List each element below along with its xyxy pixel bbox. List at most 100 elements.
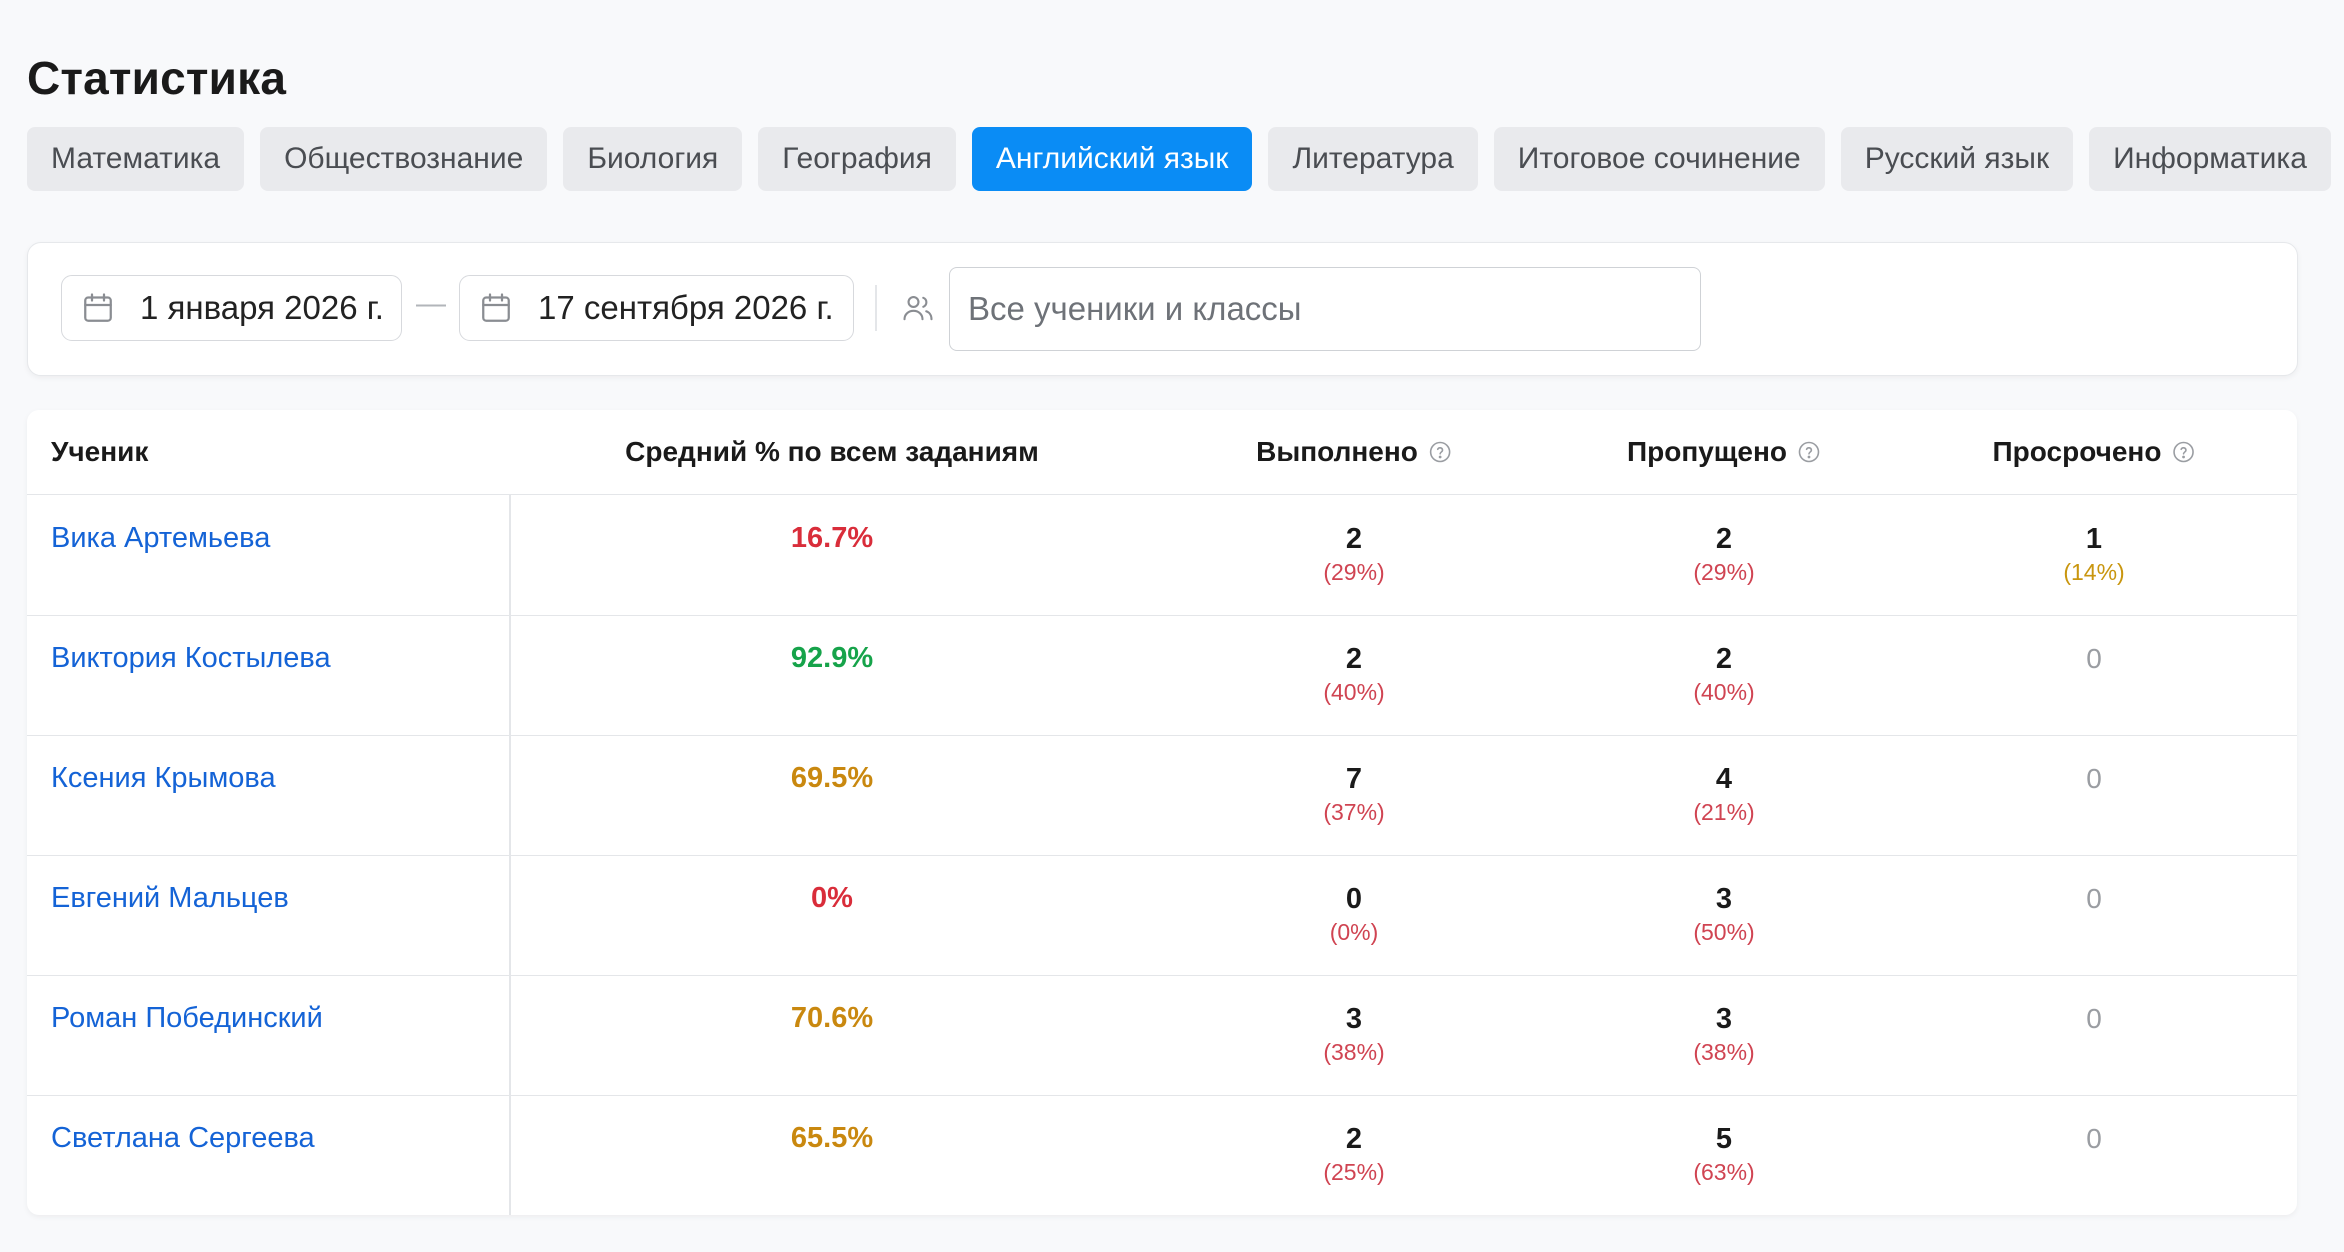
- missed-cell: 2 (29%): [1693, 522, 1754, 588]
- overdue-count: 1: [2085, 523, 2103, 555]
- done-percent: (38%): [1323, 1039, 1385, 1065]
- date-range-dash: —: [416, 287, 446, 320]
- done-count: 7: [1345, 763, 1363, 795]
- date-from-field[interactable]: 1 января 2026 г.: [61, 275, 402, 341]
- missed-cell: 5 (63%): [1693, 1122, 1754, 1188]
- header-avg: Средний % по всем заданиям: [625, 436, 1039, 467]
- done-count: 2: [1345, 523, 1363, 555]
- header-overdue: Просрочено: [1993, 410, 2196, 494]
- missed-cell: 3 (38%): [1693, 1002, 1754, 1068]
- date-to-field[interactable]: 17 сентября 2026 г.: [459, 275, 854, 341]
- column-divider: [509, 495, 511, 615]
- page-title: Статистика: [27, 51, 287, 104]
- column-divider: [509, 855, 511, 975]
- avg-percent: 92.9%: [790, 642, 874, 674]
- date-from-value: 1 января 2026 г.: [140, 289, 384, 326]
- calendar-icon: [478, 290, 514, 326]
- users-icon: [900, 290, 936, 326]
- missed-percent: (63%): [1693, 1159, 1755, 1185]
- student-link[interactable]: Светлана Сергеева: [51, 1122, 315, 1155]
- date-to-value: 17 сентября 2026 г.: [538, 289, 834, 326]
- done-percent: (37%): [1323, 799, 1385, 825]
- overdue-percent: (14%): [2063, 559, 2125, 585]
- done-cell: 3 (38%): [1323, 1002, 1384, 1068]
- question-circle-icon[interactable]: [2171, 440, 2195, 464]
- column-divider: [509, 735, 511, 855]
- missed-count: 5: [1715, 1123, 1733, 1155]
- tab-social-studies[interactable]: Обществознание: [260, 127, 548, 191]
- divider: [875, 285, 877, 331]
- subject-tabs: Математика Обществознание Биология Геогр…: [27, 127, 2331, 191]
- overdue-cell: 0: [2086, 1002, 2102, 1036]
- done-count: 2: [1345, 643, 1363, 675]
- done-percent: (40%): [1323, 679, 1385, 705]
- avg-percent: 65.5%: [790, 1122, 874, 1154]
- column-divider: [509, 975, 511, 1095]
- table-row: Ксения Крымова 69.5% 7 (37%) 4 (21%) 0: [27, 735, 2297, 856]
- tab-russian[interactable]: Русский язык: [1840, 127, 2074, 191]
- missed-count: 2: [1715, 523, 1733, 555]
- done-percent: (29%): [1323, 559, 1385, 585]
- done-cell: 0 (0%): [1330, 882, 1379, 948]
- tab-geography[interactable]: География: [758, 127, 956, 191]
- student-link[interactable]: Виктория Костылева: [51, 642, 331, 675]
- overdue-cell: 0: [2086, 642, 2102, 676]
- student-link[interactable]: Евгений Мальцев: [51, 882, 289, 915]
- missed-count: 3: [1715, 883, 1733, 915]
- missed-percent: (29%): [1693, 559, 1755, 585]
- avg-percent: 0%: [811, 882, 853, 914]
- missed-count: 4: [1715, 763, 1733, 795]
- missed-percent: (40%): [1693, 679, 1755, 705]
- statistics-table: Ученик Средний % по всем заданиям Выполн…: [27, 410, 2297, 1215]
- table-row: Вика Артемьева 16.7% 2 (29%) 2 (29%) 1 (…: [27, 495, 2297, 616]
- calendar-icon: [80, 290, 116, 326]
- missed-cell: 4 (21%): [1693, 762, 1754, 828]
- student-link[interactable]: Роман Побединский: [51, 1002, 323, 1035]
- overdue-cell: 0: [2086, 1122, 2102, 1156]
- overdue-cell: 0: [2086, 762, 2102, 796]
- overdue-count: 0: [2086, 643, 2102, 674]
- tab-math[interactable]: Математика: [27, 127, 245, 191]
- students-filter-input[interactable]: [949, 267, 1701, 351]
- overdue-count: 0: [2086, 763, 2102, 794]
- missed-count: 3: [1715, 1003, 1733, 1035]
- done-cell: 2 (29%): [1323, 522, 1384, 588]
- done-cell: 2 (40%): [1323, 642, 1384, 708]
- done-percent: (25%): [1323, 1159, 1385, 1185]
- avg-percent: 69.5%: [790, 762, 874, 794]
- overdue-count: 0: [2086, 1003, 2102, 1034]
- header-missed-label: Пропущено: [1626, 436, 1788, 467]
- overdue-count: 0: [2086, 883, 2102, 914]
- overdue-cell: 1 (14%): [2063, 522, 2124, 588]
- question-circle-icon[interactable]: [1797, 440, 1821, 464]
- done-count: 3: [1345, 1003, 1363, 1035]
- student-link[interactable]: Ксения Крымова: [51, 762, 276, 795]
- overdue-count: 0: [2086, 1123, 2102, 1154]
- tab-biology[interactable]: Биология: [563, 127, 743, 191]
- tab-literature[interactable]: Литература: [1268, 127, 1478, 191]
- table-row: Светлана Сергеева 65.5% 2 (25%) 5 (63%) …: [27, 1095, 2297, 1215]
- overdue-cell: 0: [2086, 882, 2102, 916]
- tab-english[interactable]: Английский язык: [971, 127, 1253, 191]
- missed-percent: (38%): [1693, 1039, 1755, 1065]
- header-student: Ученик: [51, 436, 149, 467]
- student-link[interactable]: Вика Артемьева: [51, 522, 270, 555]
- done-count: 2: [1345, 1123, 1363, 1155]
- filter-panel: 1 января 2026 г. — 17 сентября 2026 г.: [27, 242, 2298, 376]
- done-cell: 2 (25%): [1323, 1122, 1384, 1188]
- table-row: Роман Побединский 70.6% 3 (38%) 3 (38%) …: [27, 975, 2297, 1096]
- header-done: Выполнено: [1256, 410, 1452, 494]
- missed-cell: 2 (40%): [1693, 642, 1754, 708]
- column-divider: [509, 1095, 511, 1215]
- question-circle-icon[interactable]: [1428, 440, 1452, 464]
- tab-informatics[interactable]: Информатика: [2089, 127, 2331, 191]
- missed-percent: (50%): [1693, 919, 1755, 945]
- done-count: 0: [1345, 883, 1363, 915]
- header-missed: Пропущено: [1627, 410, 1821, 494]
- avg-percent: 70.6%: [790, 1002, 874, 1034]
- done-cell: 7 (37%): [1323, 762, 1384, 828]
- tab-final-essay[interactable]: Итоговое сочинение: [1493, 127, 1825, 191]
- avg-percent: 16.7%: [790, 522, 874, 554]
- table-row: Виктория Костылева 92.9% 2 (40%) 2 (40%)…: [27, 615, 2297, 736]
- column-divider: [509, 615, 511, 735]
